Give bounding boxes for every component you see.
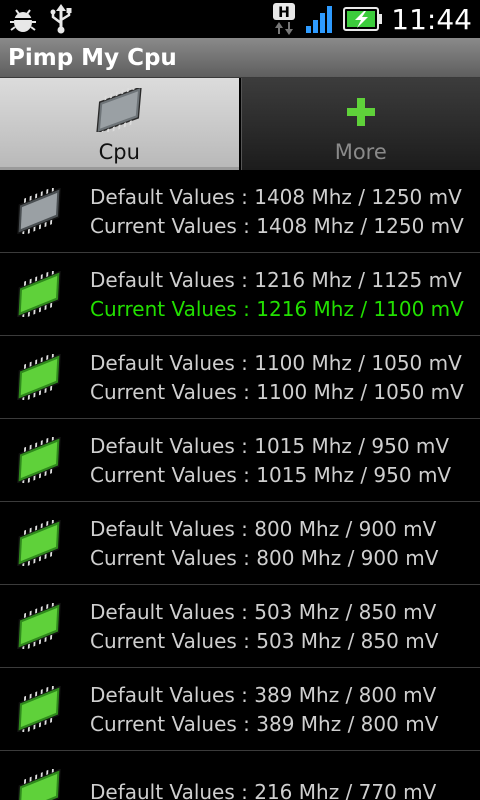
default-values-text: Default Values : 389 Mhz / 800 mV	[90, 682, 437, 707]
current-values-text: Current Values : 389 Mhz / 800 mV	[90, 711, 439, 736]
frequency-row[interactable]: Default Values : 1100 Mhz / 1050 mV Curre…	[0, 336, 480, 419]
battery-charging-icon	[343, 5, 383, 33]
current-values-text: Current Values : 1408 Mhz / 1250 mV	[90, 213, 464, 238]
default-values-text: Default Values : 503 Mhz / 850 mV	[90, 599, 437, 624]
default-values-text: Default Values : 1408 Mhz / 1250 mV	[90, 184, 462, 209]
row-values: Default Values : 1015 Mhz / 950 mV Curren…	[78, 434, 451, 487]
cpu-chip-icon	[0, 437, 78, 483]
cpu-chip-icon	[89, 85, 149, 136]
clock: 11:44	[391, 2, 472, 36]
frequency-row[interactable]: Default Values : 389 Mhz / 800 mV Current…	[0, 668, 480, 751]
tab-cpu[interactable]: Cpu	[0, 78, 241, 170]
default-values-text: Default Values : 216 Mhz / 770 mV	[90, 780, 437, 800]
cpu-chip-icon	[0, 188, 78, 234]
cpu-chip-icon	[0, 354, 78, 400]
frequency-row[interactable]: Default Values : 1015 Mhz / 950 mV Curren…	[0, 419, 480, 502]
usb-icon	[48, 4, 74, 34]
frequency-row[interactable]: Default Values : 1216 Mhz / 1125 mV Curre…	[0, 253, 480, 336]
cpu-chip-icon	[0, 769, 78, 800]
tab-bar: Cpu More	[0, 78, 480, 170]
row-values: Default Values : 216 Mhz / 770 mV	[78, 780, 436, 800]
svg-text:H: H	[278, 5, 290, 21]
frequency-row[interactable]: Default Values : 1408 Mhz / 1250 mV Curre…	[0, 170, 480, 253]
default-values-text: Default Values : 1216 Mhz / 1125 mV	[90, 267, 462, 292]
cpu-chip-icon	[0, 520, 78, 566]
app-title: Pimp My Cpu	[8, 44, 177, 71]
default-values-text: Default Values : 800 Mhz / 900 mV	[90, 516, 437, 541]
default-values-text: Default Values : 1015 Mhz / 950 mV	[90, 433, 450, 458]
tab-more[interactable]: More	[240, 78, 480, 170]
row-values: Default Values : 389 Mhz / 800 mV Current…	[78, 683, 438, 736]
default-values-text: Default Values : 1100 Mhz / 1050 mV	[90, 350, 462, 375]
frequency-row[interactable]: Default Values : 216 Mhz / 770 mV	[0, 751, 480, 800]
current-values-text: Current Values : 503 Mhz / 850 mV	[90, 628, 439, 653]
current-values-text: Current Values : 800 Mhz / 900 mV	[90, 545, 439, 570]
tab-more-label: More	[334, 140, 387, 164]
row-values: Default Values : 503 Mhz / 850 mV Current…	[78, 600, 438, 653]
frequency-row[interactable]: Default Values : 800 Mhz / 900 mV Current…	[0, 502, 480, 585]
status-bar: H 11:44	[0, 0, 480, 38]
cpu-chip-icon	[0, 271, 78, 317]
plus-icon	[341, 92, 381, 136]
current-values-text: Current Values : 1216 Mhz / 1100 mV	[90, 296, 464, 321]
app-title-bar: Pimp My Cpu	[0, 38, 480, 78]
row-values: Default Values : 1100 Mhz / 1050 mV Curre…	[78, 351, 464, 404]
row-values: Default Values : 800 Mhz / 900 mV Current…	[78, 517, 438, 570]
h-data-icon: H	[271, 2, 297, 36]
current-values-text: Current Values : 1015 Mhz / 950 mV	[90, 462, 452, 487]
cpu-chip-icon	[0, 686, 78, 732]
debug-bug-icon	[8, 4, 38, 34]
current-values-text: Current Values : 1100 Mhz / 1050 mV	[90, 379, 464, 404]
tab-cpu-label: Cpu	[98, 140, 140, 164]
frequency-row[interactable]: Default Values : 503 Mhz / 850 mV Current…	[0, 585, 480, 668]
signal-icon	[305, 4, 335, 34]
cpu-chip-icon	[0, 603, 78, 649]
row-values: Default Values : 1216 Mhz / 1125 mV Curre…	[78, 268, 464, 321]
frequency-list: Default Values : 1408 Mhz / 1250 mV Curre…	[0, 170, 480, 800]
row-values: Default Values : 1408 Mhz / 1250 mV Curre…	[78, 185, 464, 238]
